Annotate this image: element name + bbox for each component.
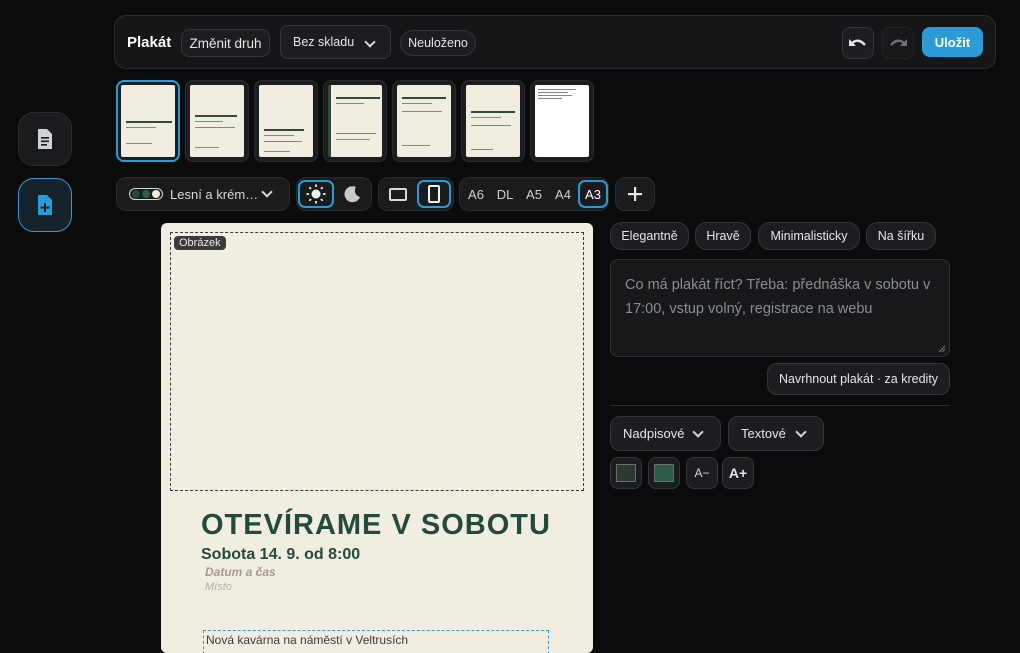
poster-canvas: Obrázek OTEVÍRAME V SOBOTU Sobota 14. 9.… [161,223,593,653]
palette-label: Lesní a krém… [170,187,259,202]
landscape-button[interactable] [381,180,415,208]
status-badge: Neuloženo [400,30,476,56]
portrait-icon [428,185,440,203]
format-a3-button[interactable]: A3 [578,180,608,208]
new-document-button[interactable] [18,178,72,232]
text-font-select[interactable]: Textové [728,416,824,451]
warehouse-select-value: Bez skladu [293,35,355,49]
background-color-swatch[interactable] [610,457,642,489]
poster-subheadline[interactable]: Sobota 14. 9. od 8:00 [201,546,360,564]
style-playful-button[interactable]: Hravě [695,222,751,250]
prompt-textarea[interactable]: Co má plakát říct? Třeba: přednáška v so… [610,259,950,357]
save-button[interactable]: Uložit [922,27,983,57]
decrease-font-button[interactable]: A− [686,457,718,489]
format-a5-button[interactable]: A5 [520,180,548,208]
warehouse-select[interactable]: Bez skladu [280,25,391,59]
change-type-button[interactable]: Změnit druh [181,29,270,57]
template-thumbnail[interactable] [530,80,594,162]
add-button[interactable] [615,177,655,211]
redo-icon [890,39,907,46]
template-thumbnail[interactable] [461,80,525,162]
poster-body-text-value: Nová kavárna na náměstí v Veltrusích [206,633,409,647]
format-selector: A6 DL A5 A4 A3 [459,177,609,211]
light-mode-button[interactable] [298,180,334,208]
undo-button[interactable] [842,27,874,59]
color-green-swatch [654,464,674,482]
text-font-value: Textové [741,426,786,441]
template-thumbnail[interactable] [185,80,249,162]
undo-icon [849,39,866,46]
portrait-button[interactable] [417,180,451,208]
template-thumbnail[interactable] [392,80,456,162]
chevron-down-icon [261,186,273,198]
palette-swatch-icon [129,188,163,200]
chevron-down-icon [692,426,704,438]
heading-font-select[interactable]: Nadpisové [610,416,721,451]
template-thumbnail[interactable] [116,80,180,162]
landscape-icon [389,187,407,201]
sun-icon [306,184,326,204]
style-landscape-button[interactable]: Na šířku [866,222,936,250]
image-placeholder[interactable]: Obrázek [170,232,584,491]
document-icon [38,129,52,149]
accent-color-swatch[interactable] [648,457,680,489]
theme-toggle [296,177,372,211]
dark-mode-button[interactable] [336,180,370,208]
image-label: Obrázek [174,236,226,250]
plus-icon [628,187,642,201]
date-placeholder[interactable]: Datum a čas [205,565,276,579]
place-placeholder[interactable]: Místo [205,581,232,593]
style-elegant-button[interactable]: Elegantně [610,222,689,250]
chevron-down-icon [795,426,807,438]
format-a6-button[interactable]: A6 [462,180,490,208]
poster-headline[interactable]: OTEVÍRAME V SOBOTU [201,509,551,542]
increase-font-button[interactable]: A+ [722,457,754,489]
orientation-toggle [378,177,454,211]
heading-font-value: Nadpisové [623,426,685,441]
moon-icon [344,186,360,203]
color-dark-swatch [616,464,636,482]
resize-handle-icon[interactable] [938,345,946,353]
generate-poster-button[interactable]: Navrhnout plakát · za kredity [767,363,950,395]
chevron-down-icon [364,36,376,48]
template-thumbnail[interactable] [254,80,318,162]
format-a4-button[interactable]: A4 [549,180,577,208]
format-dl-button[interactable]: DL [491,180,519,208]
page-title: Plakát [127,34,172,51]
documents-button[interactable] [18,112,72,166]
style-minimal-button[interactable]: Minimalisticky [758,222,860,250]
palette-select[interactable]: Lesní a krém… [116,177,290,211]
divider [610,405,950,406]
document-add-icon [38,195,52,215]
top-bar: Plakát Změnit druh Bez skladu Neuloženo … [114,15,996,69]
template-thumbnail[interactable] [323,80,387,162]
prompt-placeholder: Co má plakát říct? Třeba: přednáška v so… [625,277,931,317]
poster-body-text[interactable]: Nová kavárna na náměstí v Veltrusích [203,630,549,653]
redo-button[interactable] [882,27,914,59]
